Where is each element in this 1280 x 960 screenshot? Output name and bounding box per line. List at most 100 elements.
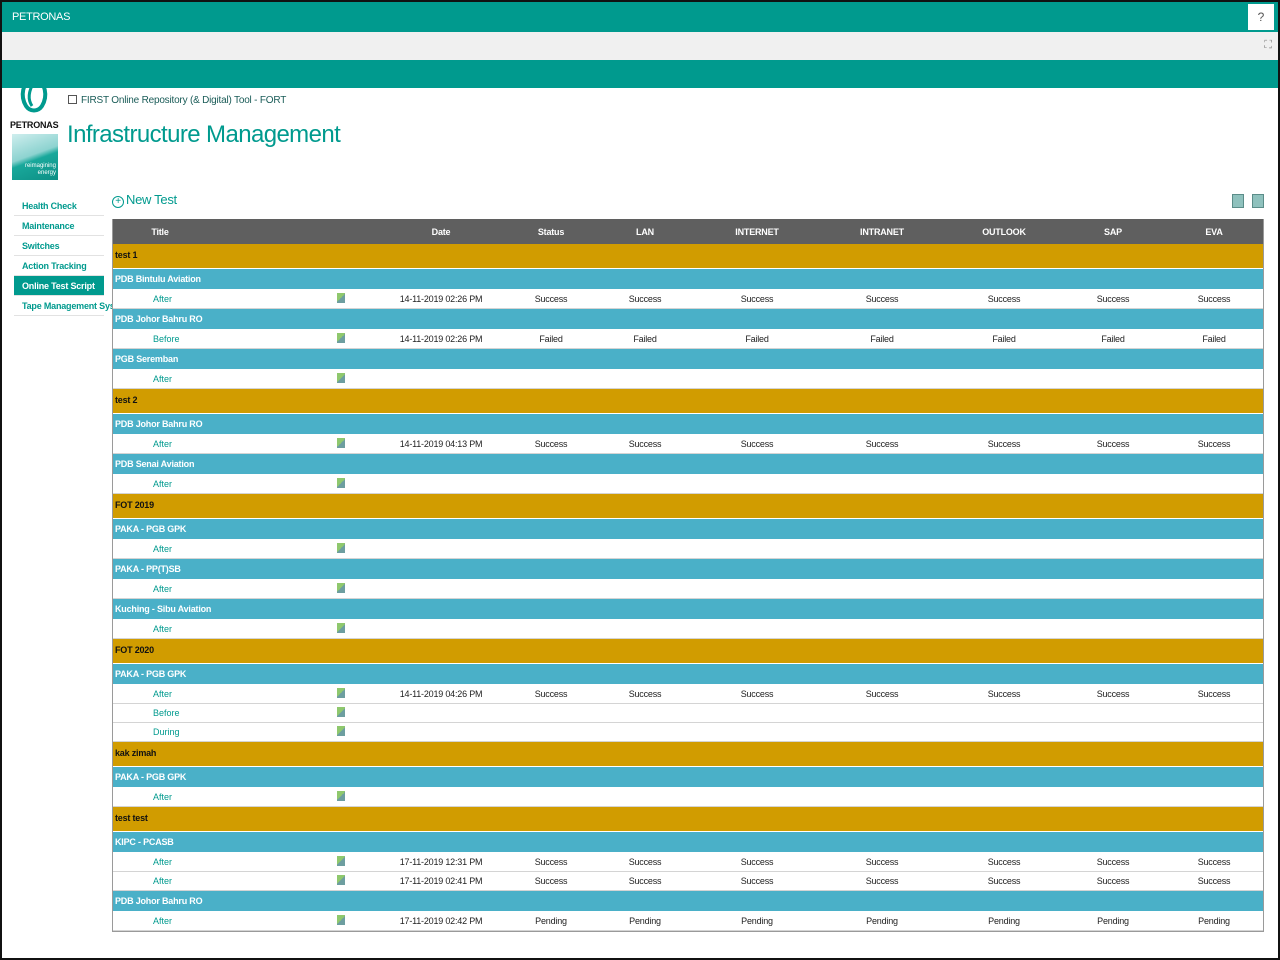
- edit-item-icon[interactable]: [337, 791, 345, 801]
- breadcrumb[interactable]: FIRST Online Repository (& Digital) Tool…: [68, 95, 286, 106]
- new-test-button[interactable]: + New Test: [112, 192, 177, 208]
- cell-internet: Failed: [745, 334, 769, 344]
- item-title-link[interactable]: After: [153, 876, 172, 886]
- cell-intranet: Success: [865, 294, 899, 304]
- edit-item-icon[interactable]: [337, 875, 345, 885]
- group-label: kak zimah: [115, 748, 157, 758]
- column-header-internet[interactable]: INTERNET: [699, 227, 815, 237]
- group-row-level1[interactable]: test 2: [113, 389, 1263, 414]
- nav-item-switches[interactable]: Switches: [14, 236, 104, 256]
- table-row: After: [113, 580, 1263, 599]
- cell-outlook: Success: [987, 876, 1021, 886]
- group-row-level2[interactable]: PDB Senai Aviation: [113, 454, 1263, 475]
- edit-item-icon[interactable]: [337, 726, 345, 736]
- header-band: [2, 60, 1278, 88]
- edit-item-icon[interactable]: [337, 707, 345, 717]
- group-label: test 2: [115, 395, 138, 405]
- focus-icon[interactable]: ⛶: [1264, 39, 1272, 52]
- table-row: After: [113, 475, 1263, 494]
- cell-sap: Success: [1096, 876, 1130, 886]
- column-header-outlook[interactable]: OUTLOOK: [946, 227, 1062, 237]
- group-row-level1[interactable]: FOT 2020: [113, 639, 1263, 664]
- cell-outlook: Failed: [992, 334, 1016, 344]
- edit-item-icon[interactable]: [337, 688, 345, 698]
- column-header-sap[interactable]: SAP: [1055, 227, 1171, 237]
- edit-item-icon[interactable]: [337, 438, 345, 448]
- item-title-link[interactable]: After: [153, 689, 172, 699]
- group-row-level1[interactable]: test 1: [113, 244, 1263, 269]
- edit-item-icon[interactable]: [337, 373, 345, 383]
- cell-eva: Success: [1197, 689, 1231, 699]
- edit-item-icon[interactable]: [337, 478, 345, 488]
- cell-outlook: Success: [987, 439, 1021, 449]
- edit-item-icon[interactable]: [337, 856, 345, 866]
- group-row-level2[interactable]: PGB Seremban: [113, 349, 1263, 370]
- item-title-link[interactable]: After: [153, 439, 172, 449]
- edit-item-icon[interactable]: [337, 293, 345, 303]
- site-label: KIPC - PCASB: [115, 837, 174, 847]
- item-title-link[interactable]: After: [153, 584, 172, 594]
- cell-sap: Success: [1096, 294, 1130, 304]
- edit-item-icon[interactable]: [337, 333, 345, 343]
- cell-intranet: Pending: [866, 916, 898, 926]
- nav-item-maintenance[interactable]: Maintenance: [14, 216, 104, 236]
- item-title-link[interactable]: After: [153, 374, 172, 384]
- column-header-title[interactable]: Title: [113, 227, 207, 237]
- group-row-level2[interactable]: PDB Bintulu Aviation: [113, 269, 1263, 290]
- group-row-level2[interactable]: PDB Johor Bahru RO: [113, 891, 1263, 912]
- table-row: After 17-11-2019 02:41 PM Success Success Su…: [113, 872, 1263, 891]
- column-header-lan[interactable]: LAN: [587, 227, 703, 237]
- export-icon[interactable]: [1232, 194, 1244, 208]
- cell-internet: Pending: [741, 916, 773, 926]
- petronas-logo-icon: [20, 64, 48, 113]
- group-row-level2[interactable]: PAKA - PGB GPK: [113, 767, 1263, 788]
- group-row-level1[interactable]: kak zimah: [113, 742, 1263, 767]
- table-row: During: [113, 723, 1263, 742]
- group-row-level1[interactable]: FOT 2019: [113, 494, 1263, 519]
- item-title-link[interactable]: Before: [153, 708, 180, 718]
- logo-wordmark: PETRONAS: [10, 120, 59, 130]
- group-row-level2[interactable]: KIPC - PCASB: [113, 832, 1263, 853]
- nav-item-health-check[interactable]: Health Check: [14, 196, 104, 216]
- item-title-link[interactable]: After: [153, 544, 172, 554]
- group-row-level2[interactable]: PDB Johor Bahru RO: [113, 414, 1263, 435]
- list-toolbar-icons: [1224, 194, 1264, 213]
- group-row-level2[interactable]: PAKA - PGB GPK: [113, 519, 1263, 540]
- item-title-link[interactable]: After: [153, 857, 172, 867]
- cell-eva: Success: [1197, 294, 1231, 304]
- nav-item-online-test-script[interactable]: Online Test Script: [14, 276, 104, 296]
- site-label: PAKA - PP(T)SB: [115, 564, 181, 574]
- edit-item-icon[interactable]: [337, 583, 345, 593]
- edit-item-icon[interactable]: [337, 915, 345, 925]
- site-label: PDB Johor Bahru RO: [115, 419, 203, 429]
- cell-lan: Success: [628, 294, 662, 304]
- site-logo[interactable]: PETRONAS reimagining energy: [10, 62, 59, 182]
- cell-outlook: Success: [987, 857, 1021, 867]
- cell-internet: Success: [740, 294, 774, 304]
- edit-item-icon[interactable]: [337, 543, 345, 553]
- suite-brand-link[interactable]: PETRONAS: [12, 11, 70, 23]
- group-row-level2[interactable]: PAKA - PGB GPK: [113, 664, 1263, 685]
- nav-item-tape-management-system[interactable]: Tape Management System: [14, 296, 130, 316]
- item-title-link[interactable]: After: [153, 916, 172, 926]
- nav-item-action-tracking[interactable]: Action Tracking: [14, 256, 104, 276]
- edit-item-icon[interactable]: [337, 623, 345, 633]
- cell-lan: Success: [628, 439, 662, 449]
- left-navigation: Health Check Maintenance Switches Action Tr…: [14, 196, 130, 316]
- column-header-eva[interactable]: EVA: [1156, 227, 1272, 237]
- item-title-link[interactable]: During: [153, 727, 180, 737]
- help-button[interactable]: ?: [1248, 4, 1274, 30]
- group-row-level2[interactable]: PDB Johor Bahru RO: [113, 309, 1263, 330]
- column-header-intranet[interactable]: INTRANET: [824, 227, 940, 237]
- group-row-level2[interactable]: Kuching - Sibu Aviation: [113, 599, 1263, 620]
- item-title-link[interactable]: After: [153, 294, 172, 304]
- site-label: PDB Johor Bahru RO: [115, 314, 203, 324]
- cell-intranet: Success: [865, 876, 899, 886]
- item-title-link[interactable]: After: [153, 624, 172, 634]
- item-title-link[interactable]: After: [153, 479, 172, 489]
- group-row-level1[interactable]: test test: [113, 807, 1263, 832]
- item-title-link[interactable]: After: [153, 792, 172, 802]
- sync-icon[interactable]: [1252, 194, 1264, 208]
- group-row-level2[interactable]: PAKA - PP(T)SB: [113, 559, 1263, 580]
- item-title-link[interactable]: Before: [153, 334, 180, 344]
